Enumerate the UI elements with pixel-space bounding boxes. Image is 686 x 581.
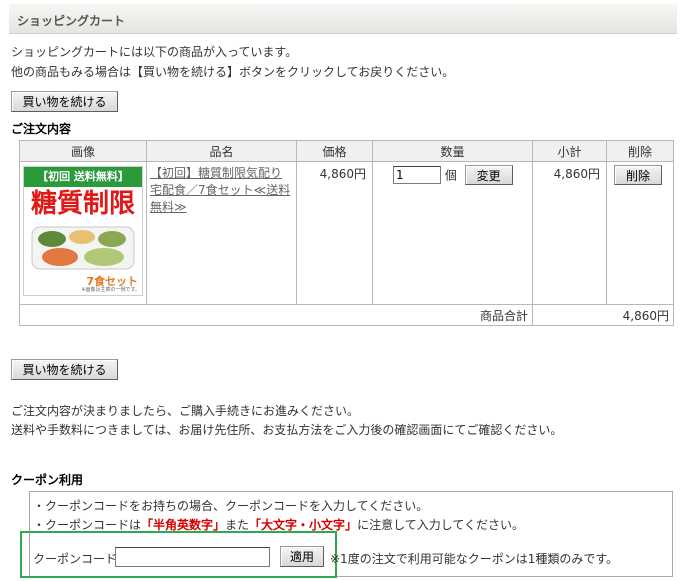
column-header-subtotal: 小計 <box>532 140 607 162</box>
total-value: 4,860円 <box>532 304 674 326</box>
quantity-unit: 個 <box>444 168 457 183</box>
coupon-note-2-post: に注意して入力してください。 <box>357 518 524 532</box>
quantity-input[interactable] <box>393 166 441 184</box>
cart-table-header-row: 画像 品名 価格 数量 小計 削除 <box>19 140 674 162</box>
meal-tray-illustration <box>31 226 135 270</box>
product-image[interactable]: 【初回 送料無料】 糖質制限 7食セット ※画像は主菜の一例です。 <box>23 166 143 296</box>
coupon-section-title: クーポン利用 <box>11 473 84 487</box>
continue-shopping-button-top[interactable]: 買い物を続ける <box>11 91 118 112</box>
product-quantity-cell: 個 変更 <box>372 161 533 305</box>
coupon-note-2-pre: ・クーポンコードは <box>33 518 142 532</box>
column-header-name: 品名 <box>146 140 297 162</box>
delete-item-button[interactable]: 削除 <box>614 165 662 185</box>
table-row: 【初回 送料無料】 糖質制限 7食セット ※画像は主菜の一例です。 【初回】糖質… <box>19 161 674 305</box>
column-header-delete: 削除 <box>606 140 674 162</box>
product-subtotal-cell: 4,860円 <box>532 161 607 305</box>
column-header-price: 価格 <box>296 140 373 162</box>
product-subtotal: 4,860円 <box>553 167 600 181</box>
coupon-note-2-mid: また <box>225 518 250 532</box>
coupon-code-input[interactable] <box>115 547 270 567</box>
checkout-note-1: ご注文内容が決まりましたら、ご購入手続きにお進みください。 <box>11 404 360 418</box>
total-row: 商品合計 4,860円 <box>19 304 674 326</box>
continue-shopping-button-bottom[interactable]: 買い物を続ける <box>11 359 118 380</box>
column-header-quantity: 数量 <box>372 140 533 162</box>
change-quantity-button[interactable]: 変更 <box>464 165 513 185</box>
product-name-link[interactable]: 【初回】糖質制限気配り宅配食／7食セット≪送料無料≫ <box>147 162 296 216</box>
coupon-note-1: ・クーポンコードをお持ちの場合、クーポンコードを入力してください。 <box>33 499 429 513</box>
product-name-cell: 【初回】糖質制限気配り宅配食／7食セット≪送料無料≫ <box>146 161 297 305</box>
coupon-code-label: クーポンコード <box>33 552 118 566</box>
product-price: 4,860円 <box>319 167 366 181</box>
coupon-note-2-emphasis-2: 「大文字・小文字」 <box>249 518 358 532</box>
product-image-headline: 糖質制限 <box>30 189 135 219</box>
checkout-note-2: 送料や手数料につきましては、お届け先住所、お支払方法をご入力後の確認画面にてご確… <box>11 423 563 437</box>
coupon-note-2-emphasis-1: 「半角英数字」 <box>141 518 226 532</box>
cart-table: 画像 品名 価格 数量 小計 削除 【初回 送料無料】 糖質制限 7食セット ※… <box>19 140 674 326</box>
page-title: ショッピングカート <box>17 14 126 28</box>
intro-text-1: ショッピングカートには以下の商品が入っています。 <box>11 45 298 59</box>
product-image-cell: 【初回 送料無料】 糖質制限 7食セット ※画像は主菜の一例です。 <box>19 161 147 305</box>
product-image-banner: 【初回 送料無料】 <box>24 167 142 187</box>
page-title-bar: ショッピングカート <box>9 4 677 34</box>
product-image-note: ※画像は主菜の一例です。 <box>81 287 140 293</box>
product-delete-cell: 削除 <box>606 161 674 305</box>
total-label: 商品合計 <box>19 304 533 326</box>
apply-coupon-button[interactable]: 適用 <box>280 546 324 567</box>
order-section-title: ご注文内容 <box>11 122 72 136</box>
coupon-note-3: ※1度の注文で利用可能なクーポンは1種類のみです。 <box>330 552 619 566</box>
column-header-image: 画像 <box>19 140 147 162</box>
intro-text-2: 他の商品もみる場合は【買い物を続ける】ボタンをクリックしてお戻りください。 <box>11 65 455 79</box>
product-price-cell: 4,860円 <box>296 161 373 305</box>
